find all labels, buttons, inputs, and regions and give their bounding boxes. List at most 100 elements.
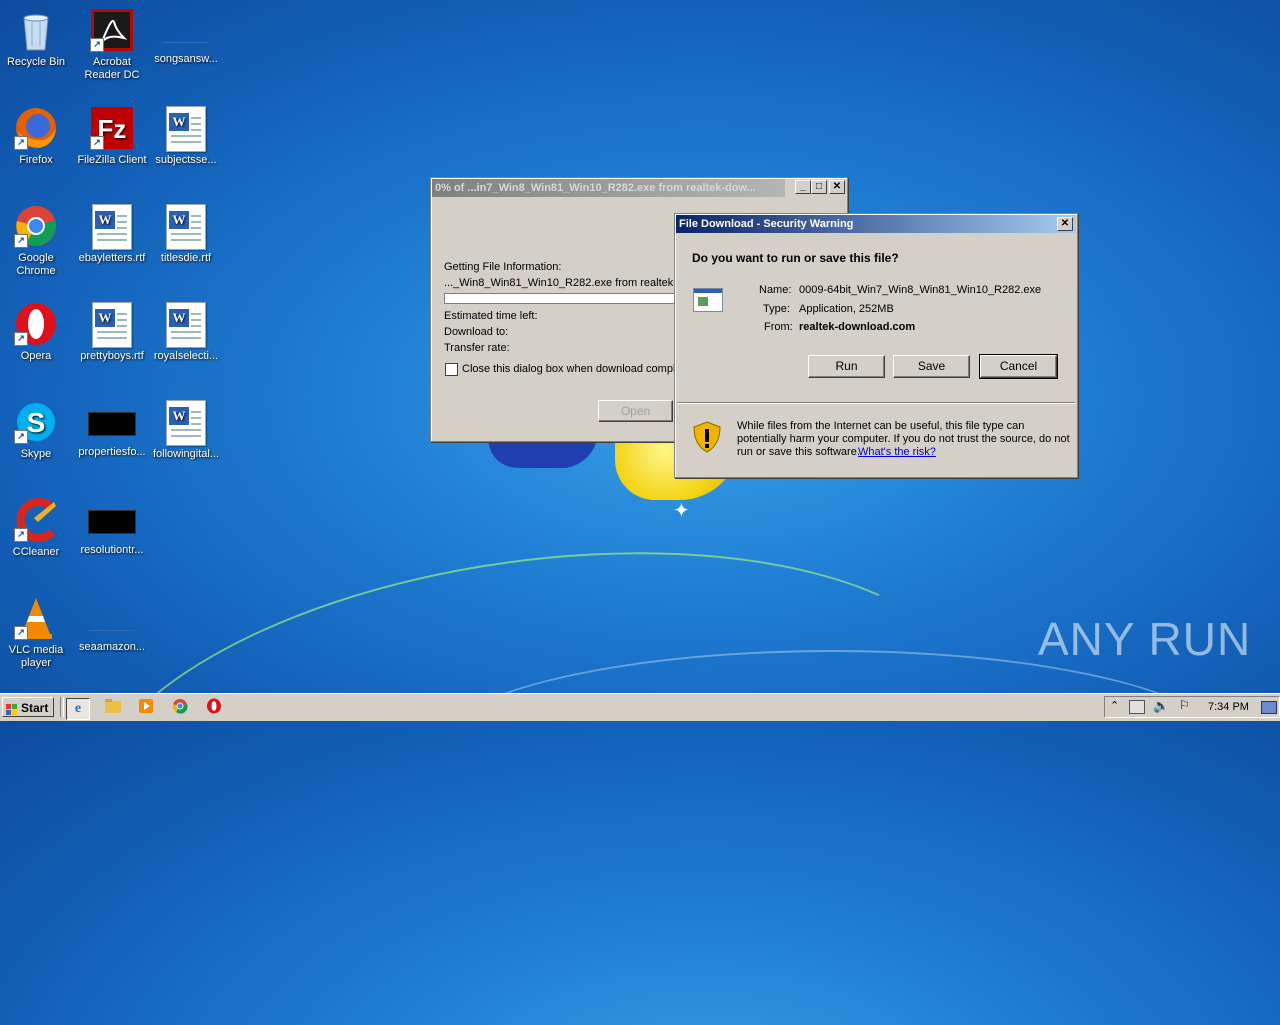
desktop-icon-opera[interactable]: ↗ Opera [0,302,74,363]
desktop-icon-google-chrome[interactable]: ↗ Google Chrome [0,204,74,278]
desktop-icon-prettyboys[interactable]: W prettyboys.rtf [74,302,150,363]
close-button[interactable]: ✕ [829,180,845,194]
desktop-icon-titlesdie[interactable]: W titlesdie.rtf [148,204,224,265]
cancel-button-label: Cancel [999,359,1038,373]
minimize-button[interactable]: _ [795,180,811,194]
executable-file-icon [693,288,723,312]
desktop-icon-acrobat[interactable]: ↗ Acrobat Reader DC [74,8,150,82]
run-button-label: Run [835,359,858,373]
show-desktop-icon[interactable] [1261,701,1277,714]
desktop-icon-label: prettyboys.rtf [80,350,144,362]
desktop-icon-label: FileZilla Client [77,154,147,166]
show-hidden-icons-chevron-icon[interactable]: ⌃ [1110,699,1119,712]
name-label: Name: [759,284,792,296]
download-filename: ..._Win8_Win81_Win10_R282.exe from realt… [444,277,677,289]
run-button[interactable]: Run [808,355,885,378]
chrome-taskbar-icon[interactable] [169,698,191,718]
save-button[interactable]: Save [893,355,970,378]
firefox-icon: ↗ [14,106,58,150]
desktop-icon-label: Acrobat Reader DC [84,56,140,81]
download-progress-bar [444,293,681,304]
start-label: Start [21,701,49,715]
start-button[interactable]: Start [2,697,54,717]
shortcut-arrow-icon: ↗ [14,528,28,542]
progress-dialog-titlebar[interactable]: 0% of ...in7_Win8_Win81_Win10_R282.exe f… [432,179,785,197]
desktop-icon-vlc[interactable]: ↗ VLC media player [0,596,74,670]
transfer-rate-label: Transfer rate: [444,342,510,354]
action-center-flag-icon[interactable]: ⚐ [1179,698,1190,712]
shortcut-arrow-icon: ↗ [90,38,104,52]
sparkle-icon: ✦ [673,500,690,522]
opera-taskbar-icon[interactable] [203,698,225,718]
download-to-label: Download to: [444,326,509,338]
desktop-icon-royalselecti[interactable]: W royalselecti... [148,302,224,363]
maximize-button[interactable]: □ [811,180,827,194]
warning-text-line-3: run or save this software. [737,446,860,458]
desktop-icon-filezilla[interactable]: Fz ↗ FileZilla Client [74,106,150,167]
desktop-icon-label: ebayletters.rtf [78,252,146,264]
watermark-text: ANY RUN [1038,613,1252,665]
desktop-icon-resolutiontr[interactable]: resolutiontr... [74,498,150,557]
filezilla-icon: Fz ↗ [90,106,134,150]
desktop-icon-recycle-bin[interactable]: Recycle Bin [0,8,74,69]
file-explorer-icon[interactable] [102,698,124,718]
security-warning-dialog[interactable]: File Download - Security Warning ✕ Do yo… [674,213,1078,478]
warning-text-line-1: While files from the Internet can be use… [737,420,1025,432]
word-document-icon: W [90,302,134,348]
desktop-icon-seaamazon[interactable]: seaamazon... [74,596,150,654]
desktop-icon-label: resolutiontr... [80,544,144,556]
internet-explorer-icon[interactable]: e [66,698,90,720]
desktop-icon-label: Opera [20,350,52,362]
network-icon[interactable] [1129,700,1145,714]
file-type-value: Application, 252MB [799,303,894,315]
taskbar: Start e ⌃ 🔈 ⚐ 7:34 PM [0,693,1280,721]
chrome-icon: ↗ [14,204,58,248]
desktop-icon-label: VLC media player [8,644,64,669]
desktop-icon-label: seaamazon... [78,641,146,653]
file-thumbnail [163,20,209,43]
svg-text:S: S [27,407,46,438]
shield-warning-icon [693,421,721,453]
from-label: From: [764,321,793,333]
desktop-icon-propertiesfo[interactable]: propertiesfo... [74,400,150,459]
file-thumbnail [88,412,136,436]
word-document-icon: W [90,204,134,250]
desktop-icon-label: CCleaner [12,546,60,558]
opera-icon: ↗ [14,302,58,346]
desktop-icon-skype[interactable]: S ↗ Skype [0,400,74,461]
open-button[interactable]: Open [598,400,673,422]
anyrun-watermark: ANY RUN [1038,612,1251,666]
system-tray: ⌃ 🔈 ⚐ 7:34 PM [1104,696,1280,718]
ccleaner-icon: ↗ [14,498,58,542]
desktop-icon-firefox[interactable]: ↗ Firefox [0,106,74,167]
desktop-icon-followingital[interactable]: W followingital... [148,400,224,461]
desktop-icon-songsansw[interactable]: songsansw... [148,8,224,66]
close-button[interactable]: ✕ [1057,217,1073,231]
run-save-question: Do you want to run or save this file? [692,251,899,265]
acrobat-reader-icon: ↗ [90,8,134,52]
desktop-icon-label: Recycle Bin [6,56,66,68]
word-document-icon: W [164,106,208,152]
media-player-icon[interactable] [135,698,157,718]
estimated-time-label: Estimated time left: [444,310,538,322]
quick-launch-separator [60,697,64,717]
desktop-icon-label: Firefox [19,154,53,166]
security-dialog-titlebar[interactable]: File Download - Security Warning [676,215,1076,233]
desktop-icon-ccleaner[interactable]: ↗ CCleaner [0,498,74,559]
shortcut-arrow-icon: ↗ [14,430,28,444]
close-when-complete-checkbox[interactable] [445,363,458,376]
source-domain-value: realtek-download.com [799,321,916,333]
progress-dialog-title: 0% of ...in7_Win8_Win81_Win10_R282.exe f… [435,182,756,194]
desktop-icon-subjectsse[interactable]: W subjectsse... [148,106,224,167]
vlc-icon: ↗ [14,596,58,640]
shortcut-arrow-icon: ↗ [14,626,28,640]
desktop-icon-ebayletters[interactable]: W ebayletters.rtf [74,204,150,265]
clock-time[interactable]: 7:34 PM [1208,701,1249,713]
desktop-icon-label: royalselecti... [153,350,219,362]
wallpaper-swoosh [430,650,1234,854]
whats-the-risk-link[interactable]: What's the risk? [858,446,936,458]
cancel-button[interactable]: Cancel [979,354,1058,379]
shortcut-arrow-icon: ↗ [90,136,104,150]
word-document-icon: W [164,302,208,348]
volume-icon[interactable]: 🔈 [1153,698,1169,714]
